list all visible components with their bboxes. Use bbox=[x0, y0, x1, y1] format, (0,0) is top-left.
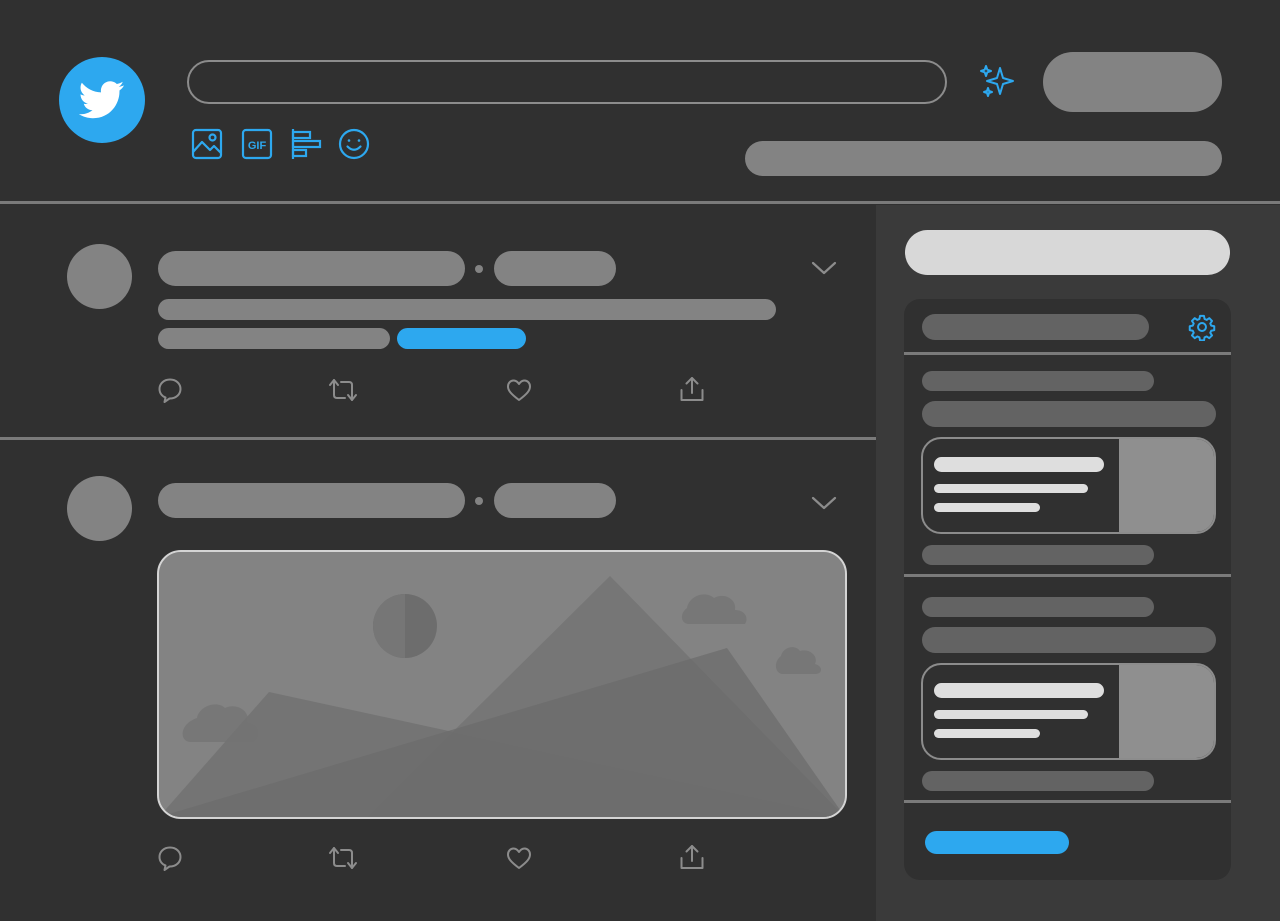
avatar[interactable] bbox=[67, 244, 132, 309]
trends-title-placeholder bbox=[922, 314, 1149, 340]
gif-icon[interactable]: GIF bbox=[241, 128, 273, 160]
gear-icon[interactable] bbox=[1188, 313, 1216, 341]
twitter-bird-icon bbox=[79, 81, 125, 119]
card-text-placeholder bbox=[934, 503, 1040, 512]
card-thumbnail bbox=[1119, 439, 1214, 532]
image-icon[interactable] bbox=[191, 128, 223, 160]
trend-placeholder-line bbox=[922, 371, 1154, 391]
tweet-handle-placeholder[interactable] bbox=[494, 251, 616, 286]
tweet-text-placeholder bbox=[158, 328, 390, 349]
chevron-down-icon[interactable] bbox=[810, 259, 838, 277]
card-text-placeholder bbox=[934, 729, 1040, 738]
trend-card[interactable] bbox=[921, 437, 1216, 534]
trends-divider bbox=[904, 352, 1231, 355]
like-icon[interactable] bbox=[505, 376, 533, 404]
share-icon[interactable] bbox=[678, 843, 706, 871]
tweet-author-placeholder[interactable] bbox=[158, 251, 465, 286]
card-title-placeholder bbox=[934, 683, 1104, 698]
like-icon[interactable] bbox=[505, 844, 533, 872]
share-icon[interactable] bbox=[678, 375, 706, 403]
reply-icon[interactable] bbox=[156, 844, 184, 872]
show-more-link[interactable] bbox=[925, 831, 1069, 854]
trends-divider bbox=[904, 574, 1231, 577]
trend-placeholder-line bbox=[922, 545, 1154, 565]
tweet-author-placeholder[interactable] bbox=[158, 483, 465, 518]
trends-divider bbox=[904, 800, 1231, 803]
trend-placeholder-line bbox=[922, 401, 1216, 427]
compose-input[interactable] bbox=[187, 60, 947, 104]
header-placeholder-bar bbox=[745, 141, 1222, 176]
tweet-handle-placeholder[interactable] bbox=[494, 483, 616, 518]
tweet-divider bbox=[0, 437, 876, 440]
tweet-button[interactable] bbox=[1043, 52, 1222, 112]
chevron-down-icon[interactable] bbox=[810, 494, 838, 512]
gif-label: GIF bbox=[248, 140, 267, 152]
card-title-placeholder bbox=[934, 457, 1104, 472]
card-text-placeholder bbox=[934, 484, 1088, 493]
sidebar-search-input[interactable] bbox=[905, 230, 1230, 275]
tweet-media-image[interactable] bbox=[157, 550, 847, 819]
tweet-link[interactable] bbox=[397, 328, 526, 349]
avatar[interactable] bbox=[67, 476, 132, 541]
landscape-placeholder-illustration bbox=[159, 552, 845, 817]
sparkle-icon[interactable] bbox=[978, 64, 1016, 100]
trend-card[interactable] bbox=[921, 663, 1216, 760]
trend-placeholder-line bbox=[922, 627, 1216, 653]
poll-icon[interactable] bbox=[290, 128, 324, 160]
card-text-placeholder bbox=[934, 710, 1088, 719]
card-thumbnail bbox=[1119, 665, 1214, 758]
separator-dot bbox=[475, 497, 483, 505]
reply-icon[interactable] bbox=[156, 376, 184, 404]
trend-placeholder-line bbox=[922, 597, 1154, 617]
trend-placeholder-line bbox=[922, 771, 1154, 791]
emoji-icon[interactable] bbox=[338, 128, 370, 160]
separator-dot bbox=[475, 265, 483, 273]
twitter-logo[interactable] bbox=[59, 57, 145, 143]
retweet-icon[interactable] bbox=[327, 376, 359, 404]
retweet-icon[interactable] bbox=[327, 844, 359, 872]
tweet-text-placeholder bbox=[158, 299, 776, 320]
header-divider bbox=[0, 201, 1280, 204]
